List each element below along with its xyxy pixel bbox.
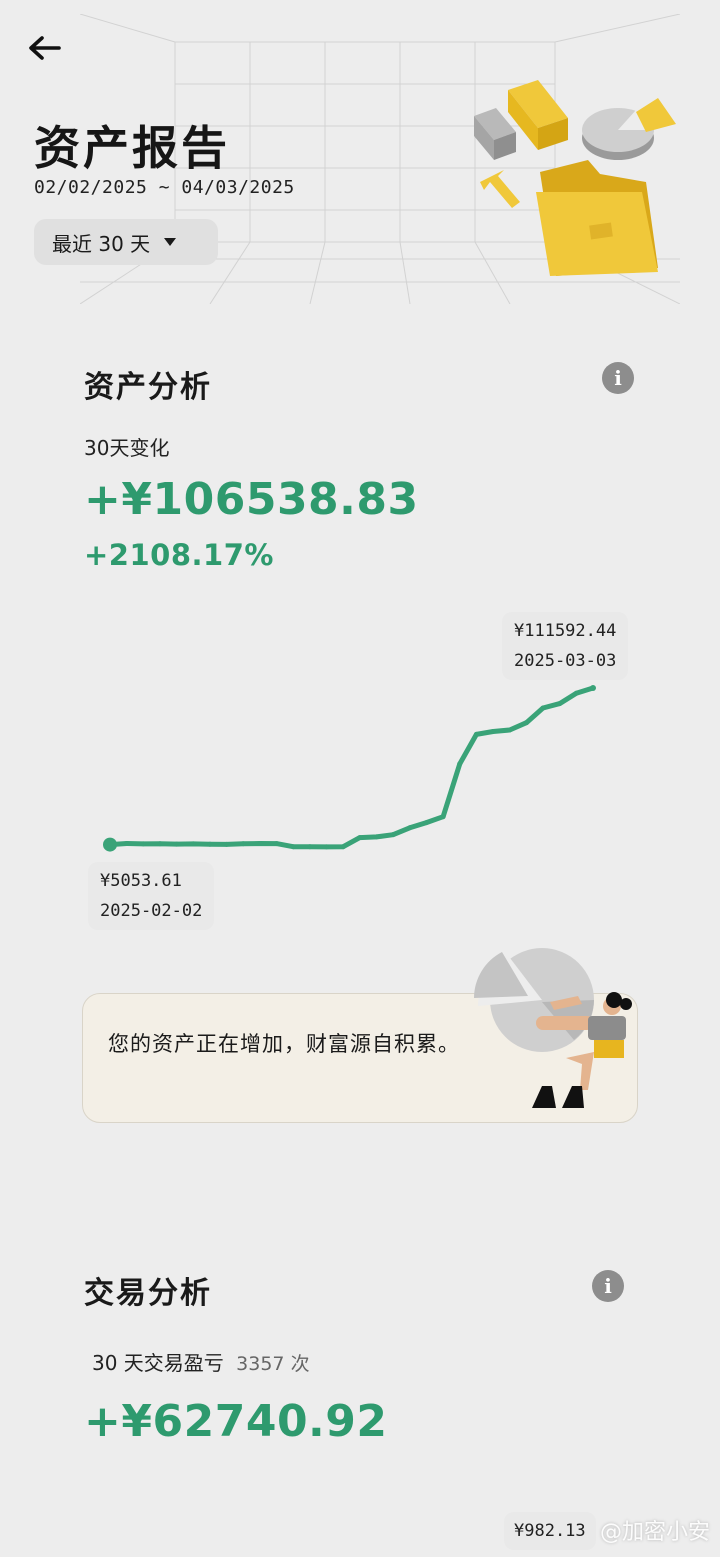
data-point-2025-02-09 xyxy=(224,841,230,847)
watermark-text: @加密小安 xyxy=(599,1520,710,1545)
insight-message: 您的资产正在增加，财富源自积累。 xyxy=(108,1032,460,1056)
data-point-2025-03-03 xyxy=(590,685,596,691)
data-point-2025-02-17 xyxy=(357,835,363,841)
trade-pnl-amount: +¥62740.92 xyxy=(84,1396,388,1447)
max-point-tooltip: ¥111592.44 2025-03-03 xyxy=(502,612,629,680)
min-point-date: 2025-02-02 xyxy=(100,901,203,921)
data-point-2025-02-18 xyxy=(373,834,379,840)
data-point-2025-03-02 xyxy=(573,690,579,696)
data-point-2025-02-14 xyxy=(307,844,313,850)
asset-series-line xyxy=(107,685,596,850)
trade-count: 3357 次 xyxy=(236,1353,310,1375)
data-point-2025-02-19 xyxy=(390,832,396,838)
data-point-2025-02-03 xyxy=(124,840,130,846)
data-point-2025-02-05 xyxy=(157,841,163,847)
range-select-dropdown[interactable]: 最近 30 天 xyxy=(34,219,218,265)
caret-down-icon xyxy=(164,238,177,246)
data-point-2025-02-23 xyxy=(457,761,463,767)
data-point-2025-02-26 xyxy=(507,727,513,733)
trade-info-icon[interactable]: i xyxy=(592,1270,624,1302)
woman-with-pie-illustration xyxy=(474,948,632,1108)
trade-partial-tooltip: ¥982.13 xyxy=(504,1512,596,1550)
min-point-tooltip: ¥5053.61 2025-02-02 xyxy=(88,862,215,930)
trade-pnl-label: 30 天交易盈亏 xyxy=(92,1351,224,1375)
max-point-value: ¥111592.44 xyxy=(514,621,617,641)
data-point-2025-02-27 xyxy=(523,720,529,726)
back-button[interactable] xyxy=(22,28,66,68)
data-point-2025-02-08 xyxy=(207,841,213,847)
data-point-2025-02-28 xyxy=(540,705,546,711)
data-point-2025-02-24 xyxy=(473,731,479,737)
change-label: 30天变化 xyxy=(84,436,170,460)
data-point-2025-02-21 xyxy=(423,820,429,826)
data-point-2025-02-06 xyxy=(174,841,180,847)
data-point-2025-02-11 xyxy=(257,840,263,846)
change-amount: +¥106538.83 xyxy=(84,474,419,525)
data-point-2025-02-25 xyxy=(490,728,496,734)
data-point-2025-02-02 xyxy=(107,842,113,848)
trade-analysis-title: 交易分析 xyxy=(84,1276,212,1311)
data-point-2025-02-16 xyxy=(340,844,346,850)
data-point-2025-02-12 xyxy=(274,841,280,847)
min-point-value: ¥5053.61 xyxy=(100,871,182,891)
asset-info-icon[interactable]: i xyxy=(602,362,634,394)
data-point-2025-02-13 xyxy=(290,844,296,850)
data-point-2025-02-15 xyxy=(324,844,330,850)
data-point-2025-02-07 xyxy=(190,841,196,847)
date-range: 02/02/2025 ~ 04/03/2025 xyxy=(34,177,295,198)
trade-partial-value: ¥982.13 xyxy=(514,1521,586,1541)
data-point-2025-02-20 xyxy=(407,825,413,831)
trade-pnl-label-row: 30 天交易盈亏 3357 次 xyxy=(92,1347,310,1376)
data-point-2025-02-22 xyxy=(440,814,446,820)
max-point-date: 2025-03-03 xyxy=(514,651,617,671)
finance-illustration xyxy=(474,80,676,276)
data-point-2025-02-10 xyxy=(240,841,246,847)
back-arrow-icon xyxy=(29,36,61,60)
data-point-2025-03-01 xyxy=(557,701,563,707)
page-title: 资产报告 xyxy=(34,121,230,175)
change-percent: +2108.17% xyxy=(84,538,274,572)
range-select-label: 最近 30 天 xyxy=(52,231,151,256)
data-point-2025-02-04 xyxy=(140,841,146,847)
asset-analysis-title: 资产分析 xyxy=(84,370,212,405)
